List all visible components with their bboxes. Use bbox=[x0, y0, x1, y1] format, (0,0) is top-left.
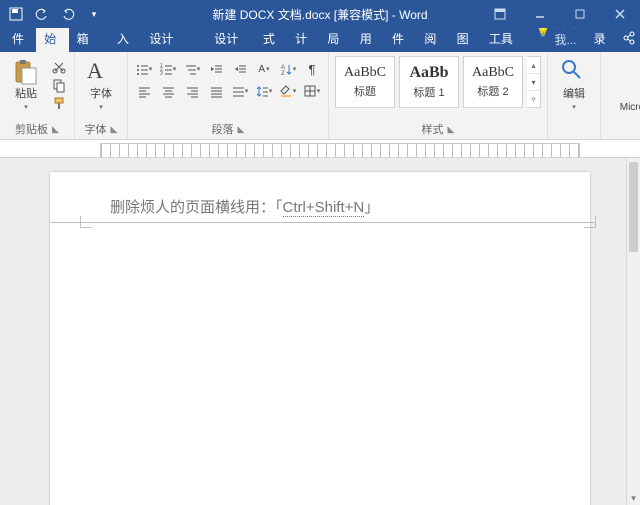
distributed-icon[interactable] bbox=[230, 82, 250, 100]
group-styles: AaBbC 标题 AaBb 标题 1 AaBbC 标题 2 ▴ ▾ ▿ 样式 ◣ bbox=[329, 52, 548, 139]
doc-text-a: 删除烦人的页面横线用：「 bbox=[110, 199, 283, 216]
group-paragraph: 123 A AZ ¶ 段落 ◣ bbox=[128, 52, 329, 139]
style-heading1[interactable]: AaBb 标题 1 bbox=[399, 56, 459, 108]
chevron-down-icon: ▾ bbox=[99, 102, 103, 114]
send-to-powerpoint-button[interactable]: P 发送到 Microsoft PowerPoint bbox=[607, 56, 640, 116]
document-text[interactable]: 删除烦人的页面横线用：「Ctrl+Shift+N」 bbox=[110, 196, 530, 217]
find-icon bbox=[560, 58, 588, 86]
dialog-launcher-icon[interactable]: ◣ bbox=[238, 124, 245, 135]
align-center-icon[interactable] bbox=[158, 82, 178, 100]
qat-customize-icon[interactable]: ▾ bbox=[86, 6, 102, 22]
shading-icon[interactable] bbox=[278, 82, 298, 100]
asian-layout-icon[interactable]: A bbox=[254, 60, 274, 78]
sendto-sublabel: Microsoft PowerPoint bbox=[620, 102, 640, 114]
margin-guide bbox=[50, 222, 596, 223]
chevron-down-icon: ▾ bbox=[24, 102, 28, 114]
dialog-launcher-icon[interactable]: ◣ bbox=[448, 124, 455, 135]
align-left-icon[interactable] bbox=[134, 82, 154, 100]
scroll-thumb[interactable] bbox=[629, 162, 638, 252]
paste-icon bbox=[12, 58, 40, 86]
group-sendto: P 发送到 Microsoft PowerPoint 新建组 bbox=[601, 52, 640, 139]
group-font-label: 字体 bbox=[85, 121, 107, 137]
title-bar: ▾ 新建 DOCX 文档.docx [兼容模式] - Word bbox=[0, 0, 640, 28]
bullets-icon[interactable] bbox=[134, 60, 154, 78]
style-sample: AaBb bbox=[409, 64, 448, 82]
maximize-icon[interactable] bbox=[560, 0, 600, 28]
dialog-launcher-icon[interactable]: ◣ bbox=[52, 124, 59, 135]
edit-button[interactable]: 编辑 ▾ bbox=[554, 56, 594, 116]
style-name: 标题 2 bbox=[477, 83, 508, 99]
font-label: 字体 bbox=[90, 88, 112, 100]
page[interactable]: 删除烦人的页面横线用：「Ctrl+Shift+N」 bbox=[50, 172, 590, 505]
expand-gallery-icon[interactable]: ▿ bbox=[527, 91, 540, 107]
numbering-icon[interactable]: 123 bbox=[158, 60, 178, 78]
dialog-launcher-icon[interactable]: ◣ bbox=[111, 124, 118, 135]
crop-mark-right bbox=[584, 216, 596, 228]
decrease-indent-icon[interactable] bbox=[206, 60, 226, 78]
chevron-up-icon[interactable]: ▴ bbox=[527, 57, 540, 74]
style-name: 标题 1 bbox=[413, 84, 444, 100]
format-painter-icon[interactable] bbox=[50, 96, 68, 110]
ribbon-tabs: 文件 开始 工具箱 插入 图标数据设计 布局设计 格式 设计 布局 引用 邮件 … bbox=[0, 28, 640, 52]
minimize-icon[interactable] bbox=[520, 0, 560, 28]
borders-icon[interactable] bbox=[302, 82, 322, 100]
crop-mark-left bbox=[80, 216, 92, 228]
vertical-scrollbar[interactable]: ▴ ▾ bbox=[626, 158, 640, 505]
style-sample: AaBbC bbox=[344, 65, 386, 81]
save-icon[interactable] bbox=[8, 6, 24, 22]
document-area: 删除烦人的页面横线用：「Ctrl+Shift+N」 ▴ ▾ bbox=[0, 158, 640, 505]
group-edit: 编辑 ▾ . bbox=[548, 52, 601, 139]
style-heading2[interactable]: AaBbC 标题 2 bbox=[463, 56, 523, 108]
svg-text:Z: Z bbox=[281, 71, 285, 77]
ribbon-display-icon[interactable] bbox=[480, 0, 520, 28]
style-sample: AaBbC bbox=[472, 65, 514, 81]
group-clipboard: 粘贴 ▾ 剪贴板 ◣ bbox=[0, 52, 75, 139]
group-paragraph-label: 段落 bbox=[212, 121, 234, 137]
doc-text-c: 」 bbox=[364, 199, 379, 216]
svg-text:3: 3 bbox=[160, 71, 163, 77]
scroll-down-icon[interactable]: ▾ bbox=[627, 491, 640, 505]
group-clipboard-label: 剪贴板 bbox=[15, 121, 48, 137]
paste-label: 粘贴 bbox=[15, 88, 37, 100]
chevron-down-icon[interactable]: ▾ bbox=[527, 74, 540, 91]
multilevel-list-icon[interactable] bbox=[182, 60, 202, 78]
increase-indent-icon[interactable] bbox=[230, 60, 250, 78]
doc-text-shortcut: Ctrl+Shift+N bbox=[283, 199, 365, 217]
style-title[interactable]: AaBbC 标题 bbox=[335, 56, 395, 108]
group-font: A 字体 ▾ 字体 ◣ bbox=[75, 52, 128, 139]
font-button[interactable]: A 字体 ▾ bbox=[81, 56, 121, 116]
horizontal-ruler[interactable] bbox=[0, 140, 640, 158]
ribbon: 粘贴 ▾ 剪贴板 ◣ A 字体 ▾ 字体 ◣ 123 bbox=[0, 52, 640, 140]
line-spacing-icon[interactable] bbox=[254, 82, 274, 100]
styles-gallery-scroll[interactable]: ▴ ▾ ▿ bbox=[527, 56, 541, 108]
edit-label: 编辑 bbox=[563, 88, 585, 100]
justify-icon[interactable] bbox=[206, 82, 226, 100]
window-controls bbox=[480, 0, 640, 28]
group-styles-label: 样式 bbox=[422, 121, 444, 137]
align-right-icon[interactable] bbox=[182, 82, 202, 100]
quick-access-toolbar: ▾ bbox=[0, 6, 102, 22]
undo-icon[interactable] bbox=[34, 6, 50, 22]
paste-button[interactable]: 粘贴 ▾ bbox=[6, 56, 46, 116]
chevron-down-icon: ▾ bbox=[572, 102, 576, 114]
copy-icon[interactable] bbox=[50, 78, 68, 92]
share-icon[interactable] bbox=[618, 27, 640, 52]
sort-icon[interactable]: AZ bbox=[278, 60, 298, 78]
show-marks-icon[interactable]: ¶ bbox=[302, 60, 322, 78]
cut-icon[interactable] bbox=[50, 60, 68, 74]
ruler-track bbox=[100, 143, 580, 157]
close-icon[interactable] bbox=[600, 0, 640, 28]
redo-icon[interactable] bbox=[60, 6, 76, 22]
font-icon: A bbox=[87, 58, 115, 86]
style-name: 标题 bbox=[354, 83, 376, 99]
